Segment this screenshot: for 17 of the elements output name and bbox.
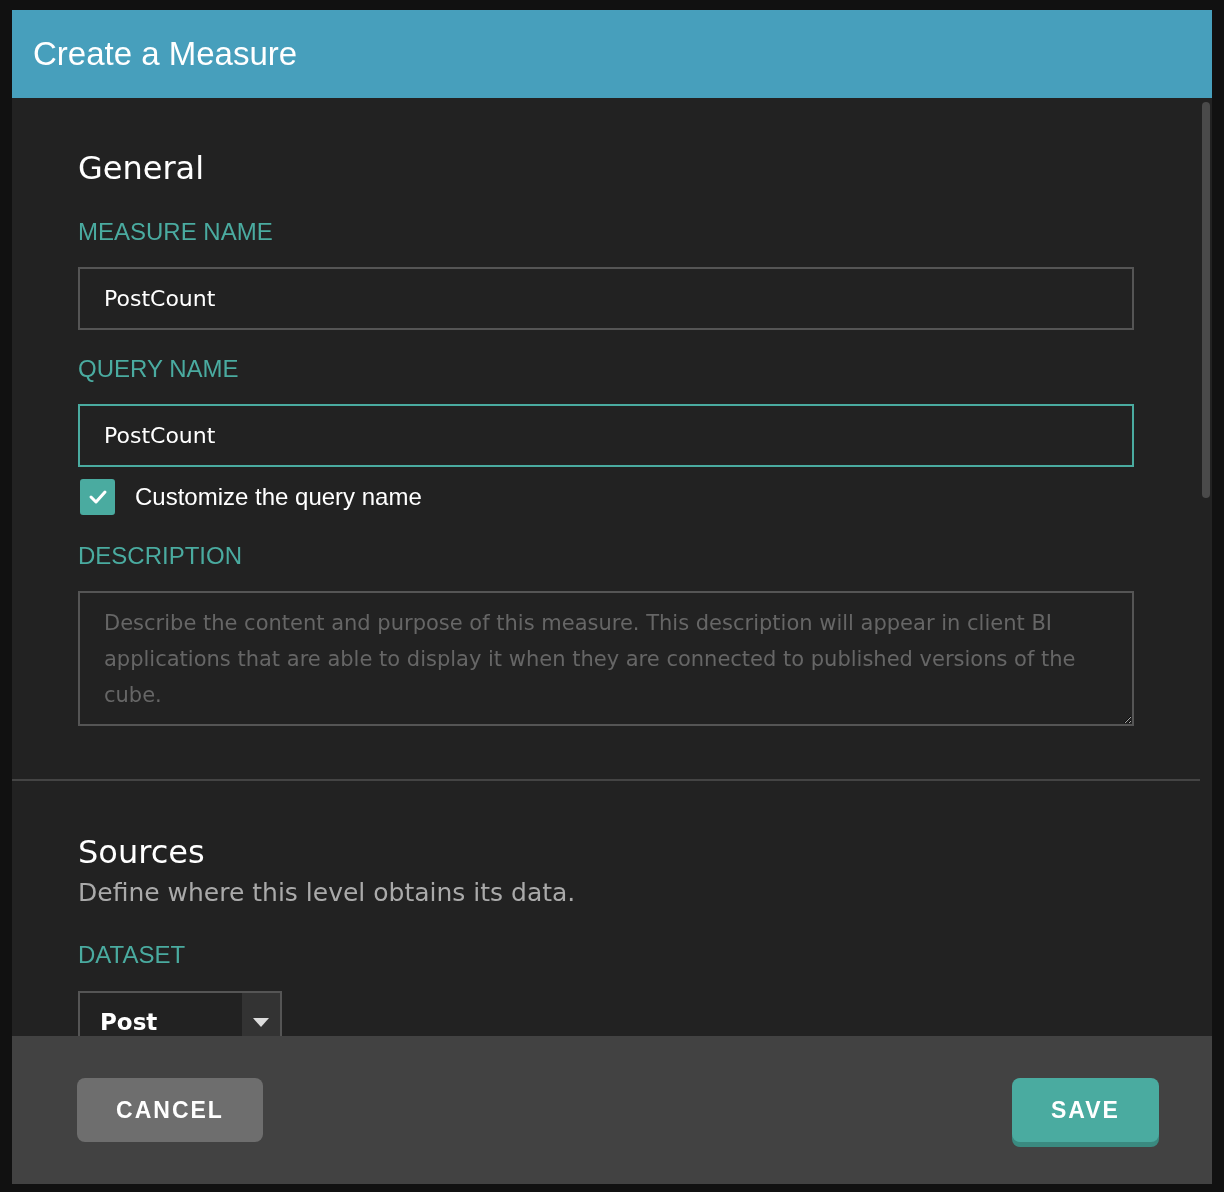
- field-label: DATASET: [78, 940, 186, 970]
- cancel-button[interactable]: CANCEL: [77, 1078, 263, 1142]
- text-field[interactable]: PostCount: [78, 404, 1134, 467]
- checkmark-icon: [87, 489, 108, 505]
- section-heading: Sources: [78, 832, 205, 872]
- checkbox[interactable]: [80, 479, 115, 515]
- field-label: QUERY NAME: [78, 354, 239, 384]
- scrollbar[interactable]: [1202, 102, 1210, 498]
- caret-icon: [253, 1017, 269, 1027]
- field-label: DESCRIPTION: [78, 541, 242, 571]
- checkbox-label: Customize the query name: [135, 483, 422, 511]
- section-subtitle: Define where this level obtains its data.: [78, 877, 576, 909]
- dialog-title: Create a Measure: [33, 35, 298, 73]
- text-field[interactable]: PostCount: [78, 267, 1134, 330]
- section-heading: General: [78, 148, 205, 188]
- description-field[interactable]: Describe the content and purpose of this measure. This description will appear in client BI applications that are able to display it when they are connected to published versions of the cube.: [78, 591, 1134, 726]
- field-label: MEASURE NAME: [78, 217, 273, 247]
